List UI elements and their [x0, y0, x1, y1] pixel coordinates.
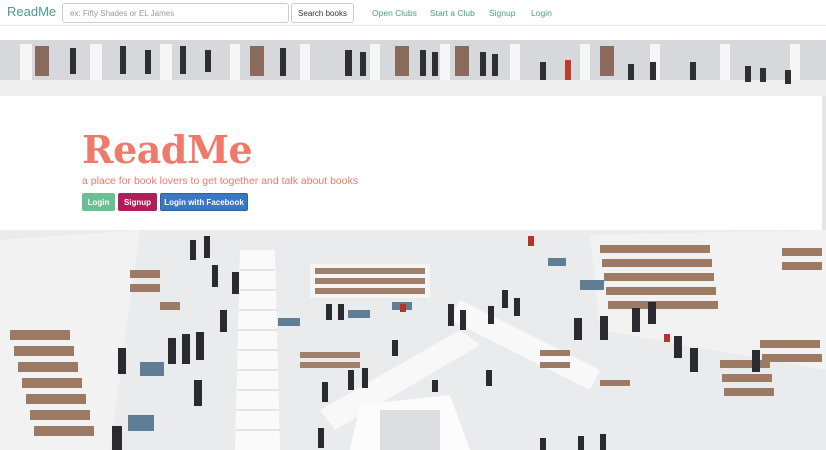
brand-logo-link[interactable]: ReadMe [7, 4, 56, 19]
navbar: ReadMe Search books Open Clubs Start a C… [0, 0, 826, 26]
hero-login-button[interactable]: Login [82, 193, 115, 211]
nav-link-signup[interactable]: Signup [489, 8, 515, 18]
nav-link-start-a-club[interactable]: Start a Club [430, 8, 475, 18]
hero-title: ReadMe [82, 127, 253, 172]
search-input[interactable] [62, 3, 289, 23]
nav-link-open-clubs[interactable]: Open Clubs [372, 8, 417, 18]
hero-signup-button[interactable]: Signup [118, 193, 157, 211]
login-with-facebook-button[interactable]: Login with Facebook [160, 193, 248, 211]
nav-link-login[interactable]: Login [531, 8, 552, 18]
hero-tagline: a place for book lovers to get together … [82, 175, 359, 187]
search-books-button[interactable]: Search books [291, 3, 354, 23]
